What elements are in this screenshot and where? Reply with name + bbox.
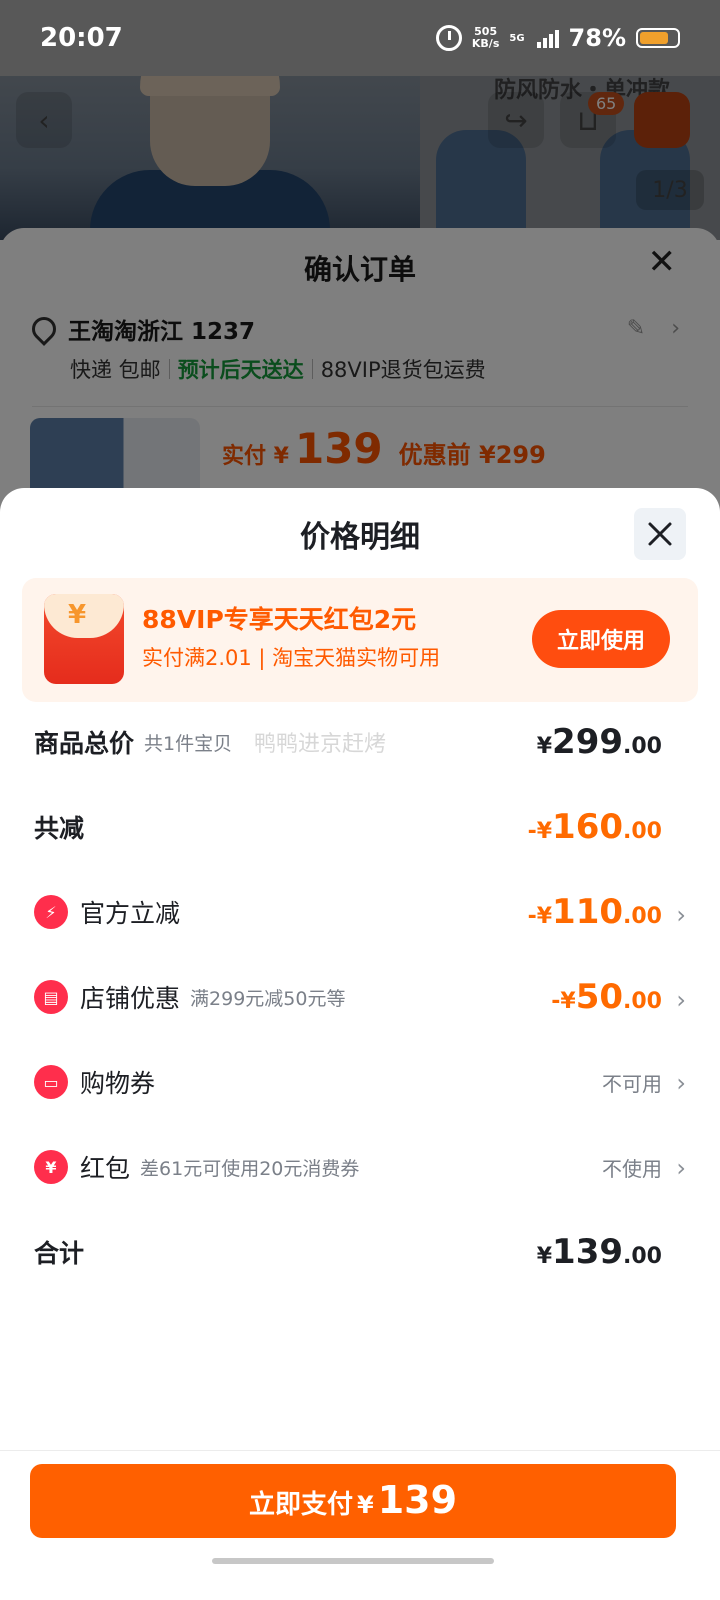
- network-speed: 505 KB/s: [471, 25, 500, 50]
- promo-subtitle: 实付满2.01 | 淘宝天猫实物可用: [142, 646, 441, 670]
- battery-percent: 78%: [568, 24, 626, 52]
- row-official-discount[interactable]: ⚡ 官方立减 -¥110.00 ›: [34, 882, 686, 942]
- red-packet-icon: ¥: [44, 594, 124, 684]
- shop-discount-price: -¥50.00: [551, 977, 662, 1017]
- use-now-button[interactable]: 立即使用: [532, 610, 670, 668]
- official-discount-price: -¥110.00: [527, 892, 662, 932]
- chevron-right-icon: ›: [676, 1153, 686, 1182]
- pay-now-button[interactable]: 立即支付 ¥ 139: [30, 1464, 676, 1538]
- vip-red-packet-banner: ¥ 88VIP专享天天红包2元 实付满2.01 | 淘宝天猫实物可用 立即使用: [22, 578, 698, 702]
- signal-icon: [536, 28, 559, 48]
- price-detail-sheet: 价格明细 ¥ 88VIP专享天天红包2元 实付满2.01 | 淘宝天猫实物可用 …: [0, 488, 720, 1600]
- shop-icon: ▤: [34, 980, 68, 1014]
- chevron-right-icon: ›: [676, 1068, 686, 1097]
- row-grand-total: 合计 ¥139.00: [34, 1232, 662, 1272]
- battery-icon: [636, 28, 680, 48]
- total-discount-price: -¥160.00: [527, 807, 662, 847]
- chevron-right-icon: ›: [676, 901, 686, 929]
- price-detail-title: 价格明细: [300, 520, 420, 555]
- row-red-packet[interactable]: ¥ 红包 差61元可使用20元消费券 不使用 ›: [34, 1137, 686, 1197]
- status-time: 20:07: [40, 23, 123, 53]
- home-indicator[interactable]: [212, 1558, 494, 1564]
- item-total-price: ¥299.00: [536, 722, 662, 762]
- row-item-total: 商品总价 共1件宝贝 ¥299.00: [34, 722, 662, 762]
- lightning-icon: ⚡: [34, 895, 68, 929]
- network-type: 5G: [509, 32, 525, 44]
- row-shopping-coupon[interactable]: ▭ 购物券 不可用 ›: [34, 1052, 686, 1112]
- row-shop-discount[interactable]: ▤ 店铺优惠 满299元减50元等 -¥50.00 ›: [34, 967, 686, 1027]
- close-icon: [648, 522, 672, 546]
- red-packet-icon: ¥: [34, 1150, 68, 1184]
- red-packet-status: 不使用: [602, 1156, 662, 1181]
- alarm-icon: [435, 25, 462, 51]
- chevron-right-icon: ›: [676, 986, 686, 1014]
- footer-divider: [0, 1450, 720, 1451]
- coupon-status: 不可用: [602, 1071, 662, 1096]
- promo-title: 88VIP专享天天红包2元: [142, 605, 417, 634]
- grand-total-price: ¥139.00: [536, 1232, 662, 1272]
- close-button[interactable]: [634, 508, 686, 560]
- status-bar: 20:07 505 KB/s 5G 78%: [0, 0, 720, 76]
- coupon-icon: ▭: [34, 1065, 68, 1099]
- row-total-discount: 共减 -¥160.00: [34, 807, 662, 847]
